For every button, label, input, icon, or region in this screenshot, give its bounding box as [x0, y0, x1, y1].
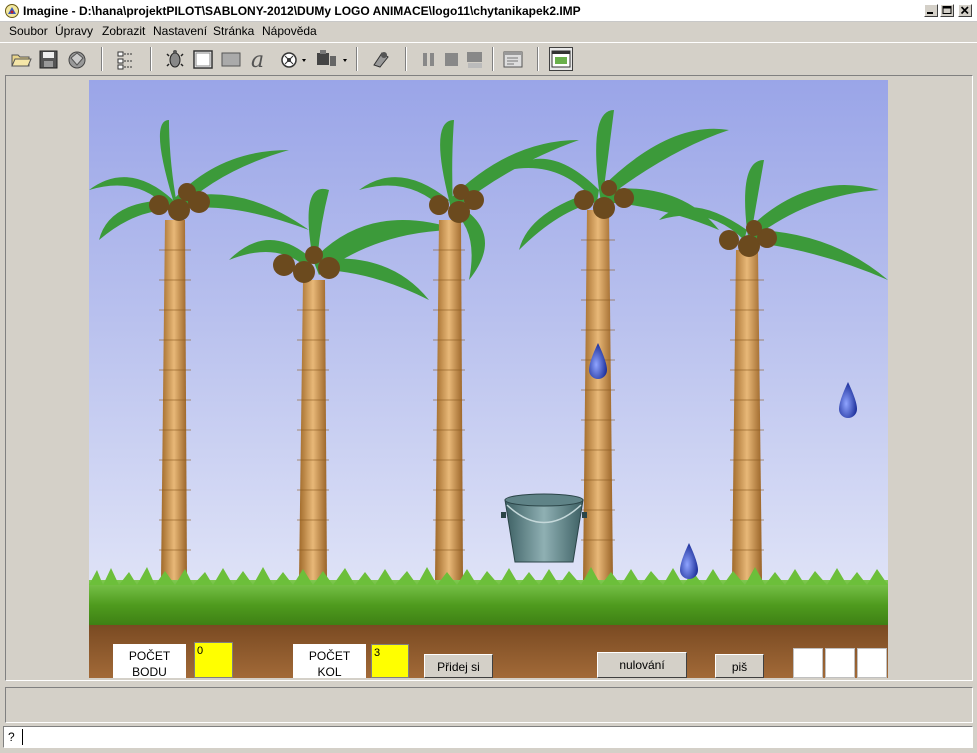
minimize-button[interactable]	[924, 4, 938, 17]
pause-icon	[423, 53, 434, 66]
menu-stranka[interactable]: Stránka	[213, 24, 254, 38]
title-bar: Imagine - D:\hana\projektPILOT\SABLONY-2…	[0, 0, 977, 22]
text-a-icon: a	[251, 48, 264, 71]
command-prompt: ?	[8, 730, 15, 744]
text-button[interactable]: a	[247, 47, 271, 71]
save-disk-icon	[39, 50, 58, 69]
toolbar-separator	[101, 47, 103, 71]
game-scene[interactable]: POČET BODU 0 POČET KOL 3 Přidej si kolo …	[89, 80, 888, 678]
pages-button[interactable]	[501, 47, 525, 71]
minimize-icon	[927, 12, 933, 14]
frame-button[interactable]	[191, 47, 215, 71]
panel-icon	[221, 52, 241, 67]
pause-button[interactable]	[417, 47, 441, 71]
water-drop	[680, 543, 698, 579]
menu-zobrazit[interactable]: Zobrazit	[102, 24, 145, 38]
maximize-icon	[942, 6, 952, 14]
bucket[interactable]	[501, 493, 587, 563]
run-button[interactable]	[369, 47, 393, 71]
frame-icon	[193, 50, 213, 69]
command-input[interactable]	[22, 729, 963, 745]
turtle-button[interactable]	[163, 47, 187, 71]
run-icon	[373, 52, 389, 68]
menu-nastaveni[interactable]: Nastavení	[153, 24, 207, 38]
pages-icon	[503, 51, 523, 68]
toolbar-separator	[150, 47, 152, 71]
points-label: POČET BODU	[113, 644, 186, 678]
add-round-button[interactable]: Přidej si kolo	[424, 654, 493, 678]
stop-button[interactable]	[440, 47, 464, 71]
screen-icon	[551, 50, 571, 68]
tools-button[interactable]	[313, 47, 349, 71]
screen-button[interactable]	[549, 47, 573, 71]
window-title: Imagine - D:\hana\projektPILOT\SABLONY-2…	[23, 4, 581, 18]
reset-button[interactable]: nulování	[597, 652, 687, 678]
toolbar-separator	[492, 47, 494, 71]
rounds-value: 3	[371, 644, 409, 678]
close-icon	[960, 6, 969, 15]
imagine-app-icon[interactable]	[4, 3, 20, 19]
menu-napoveda[interactable]: Nápověda	[262, 24, 317, 38]
command-line: ?	[3, 726, 973, 748]
project-icon	[68, 51, 86, 69]
turtle-icon	[166, 50, 184, 68]
scene-background	[89, 110, 888, 678]
run-step-icon	[467, 52, 482, 68]
points-value: 0	[194, 642, 233, 678]
tools-icon	[317, 50, 347, 66]
score-cell	[825, 648, 855, 678]
open-button[interactable]	[9, 47, 33, 71]
rounds-label: POČET KOL	[293, 644, 366, 678]
menu-soubor[interactable]: Soubor	[9, 24, 48, 38]
maximize-button[interactable]	[940, 4, 954, 17]
toolbar-separator	[405, 47, 407, 71]
run-step-button[interactable]	[463, 47, 487, 71]
menu-upravy[interactable]: Úpravy	[55, 24, 93, 38]
toolbar: a	[0, 42, 977, 76]
media-icon	[281, 52, 306, 68]
open-folder-icon	[11, 54, 32, 67]
palm-tree	[229, 188, 459, 580]
toolbar-separator	[356, 47, 358, 71]
score-cell	[793, 648, 823, 678]
water-drop	[839, 382, 857, 418]
score-cell	[857, 648, 887, 678]
panel-button[interactable]	[219, 47, 243, 71]
palm-tree	[659, 160, 888, 580]
status-area	[5, 687, 973, 723]
tree-view-button[interactable]	[114, 47, 138, 71]
svg-text:a: a	[251, 48, 264, 71]
grass	[89, 580, 888, 630]
toolbar-separator	[537, 47, 539, 71]
save-button[interactable]	[37, 47, 61, 71]
stop-icon	[445, 53, 458, 66]
tree-view-icon	[117, 51, 132, 70]
media-button[interactable]	[276, 47, 308, 71]
menu-bar: Soubor Úpravy Zobrazit Nastavení Stránka…	[0, 22, 977, 41]
palm-tree	[89, 120, 309, 580]
write-button[interactable]: piš	[715, 654, 764, 678]
close-button[interactable]	[958, 4, 972, 17]
project-button[interactable]	[65, 47, 89, 71]
